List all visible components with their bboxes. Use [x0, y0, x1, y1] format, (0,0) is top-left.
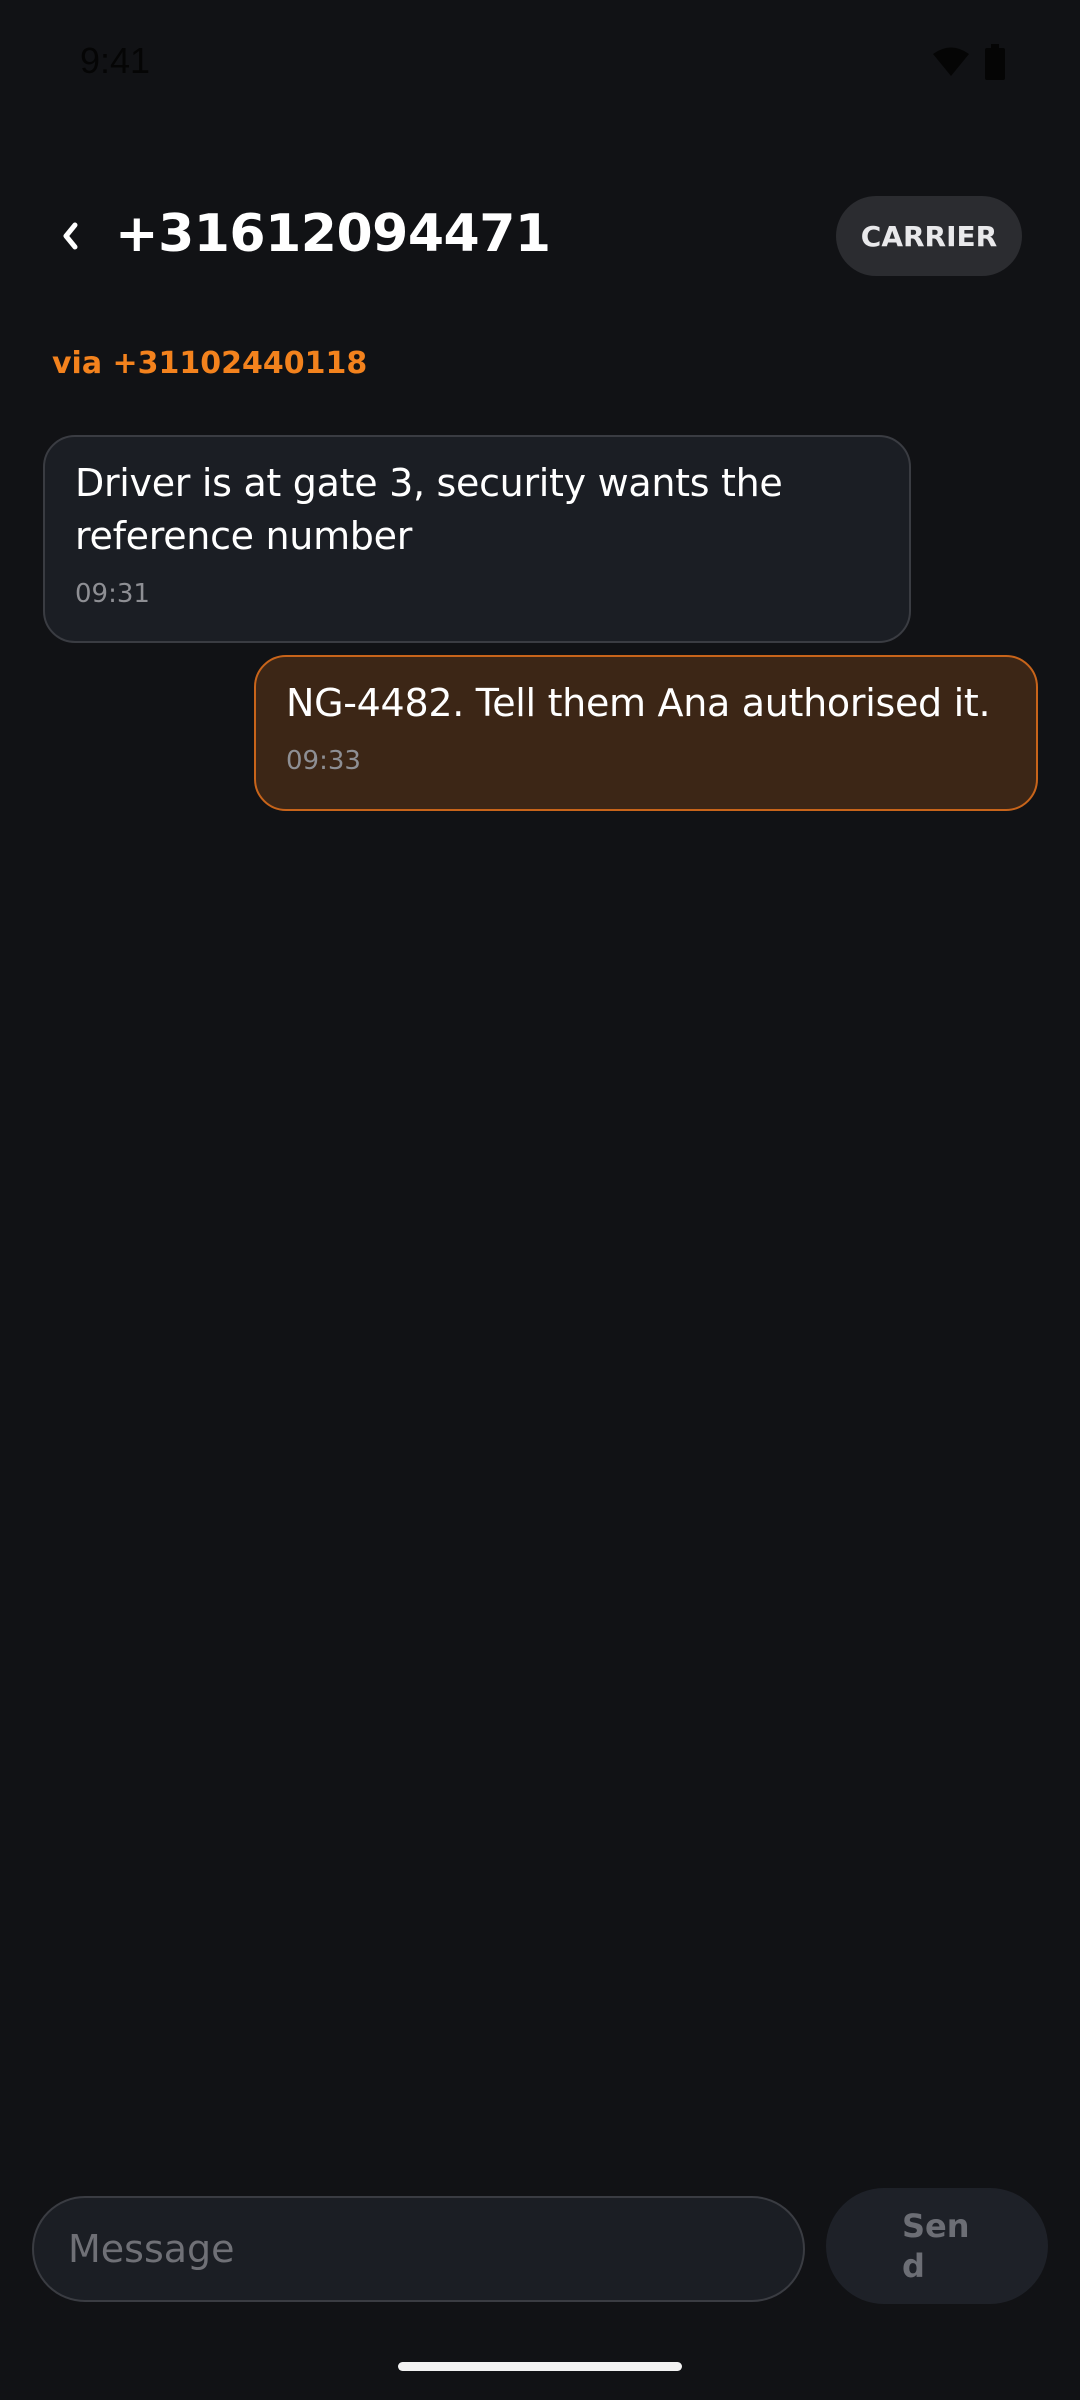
- home-indicator[interactable]: [398, 2362, 682, 2371]
- message-input[interactable]: [32, 2196, 805, 2302]
- message-timestamp: 09:33: [286, 746, 361, 776]
- battery-icon: [984, 44, 1006, 84]
- via-number-label: via +31102440118: [52, 346, 368, 381]
- thread-header: +31612094471 CARRIER: [0, 190, 1080, 286]
- message-text: NG-4482. Tell them Ana authorised it.: [286, 681, 991, 725]
- contact-number-title: +31612094471: [115, 204, 551, 264]
- send-button[interactable]: Send: [826, 2188, 1048, 2304]
- message-text: Driver is at gate 3, security wants the …: [75, 461, 783, 558]
- status-icons: [932, 44, 1006, 84]
- back-button[interactable]: [40, 202, 100, 274]
- sms-thread-screen: 9:41 +31612094471 CARRIER via +311024401…: [0, 0, 1080, 2400]
- carrier-button[interactable]: CARRIER: [836, 196, 1022, 276]
- outgoing-message-bubble[interactable]: NG-4482. Tell them Ana authorised it. 09…: [254, 655, 1038, 811]
- message-timestamp: 09:31: [75, 579, 150, 609]
- incoming-message-bubble[interactable]: Driver is at gate 3, security wants the …: [43, 435, 911, 643]
- chevron-left-icon: [60, 221, 80, 255]
- send-button-label: Send: [902, 2207, 970, 2285]
- status-bar: 9:41: [0, 0, 1080, 130]
- status-time: 9:41: [80, 40, 151, 81]
- wifi-icon: [932, 47, 970, 81]
